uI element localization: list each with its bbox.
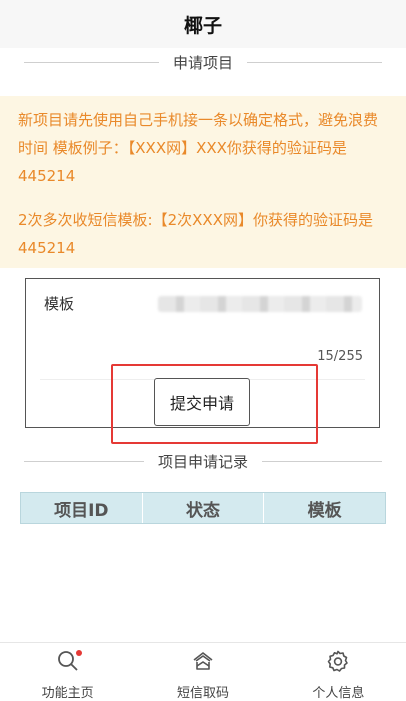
divider-line — [262, 460, 383, 462]
template-input[interactable] — [158, 296, 362, 312]
records-section-header: 项目申请记录 — [24, 451, 383, 471]
tab-sms-label: 短信取码 — [176, 686, 229, 701]
divider-line — [24, 460, 144, 462]
apply-section-title: 申请项目 — [173, 53, 234, 72]
notice-text-multi: 2次多次收短信模板:【2次XXX网】你获得的验证码是445214 — [18, 211, 373, 257]
column-status: 状态 — [141, 493, 264, 523]
top-bar: 椰子 — [0, 0, 406, 48]
notification-dot — [76, 650, 82, 656]
bottom-tab-bar: 功能主页 短信取码 个人信息 — [0, 642, 406, 701]
tab-home-label: 功能主页 — [41, 686, 94, 701]
tab-profile[interactable]: 个人信息 — [271, 643, 406, 701]
tab-sms[interactable]: 短信取码 — [135, 643, 270, 701]
records-section-title: 项目申请记录 — [158, 452, 249, 471]
tab-home[interactable]: 功能主页 — [0, 643, 135, 701]
notice-box: 新项目请先使用自己手机接一条以确定格式，避免浪费时间 模板例子：【XXX网】XX… — [0, 96, 406, 268]
tab-profile-label: 个人信息 — [312, 686, 365, 701]
template-label: 模板 — [44, 295, 75, 313]
notice-text-format: 新项目请先使用自己手机接一条以确定格式，避免浪费时间 模板例子：【XXX网】XX… — [18, 111, 379, 185]
column-template: 模板 — [263, 493, 385, 523]
records-table-header: 项目ID 状态 模板 — [20, 492, 386, 524]
home-icon — [191, 649, 215, 677]
divider-line — [247, 61, 383, 63]
gear-icon — [326, 649, 350, 677]
apply-section-header: 申请项目 — [24, 52, 383, 72]
highlight-annotation — [111, 364, 318, 444]
page-title: 椰子 — [183, 14, 222, 37]
char-counter: 15/255 — [317, 349, 363, 364]
divider-line — [24, 61, 159, 63]
column-project-id: 项目ID — [54, 500, 109, 521]
